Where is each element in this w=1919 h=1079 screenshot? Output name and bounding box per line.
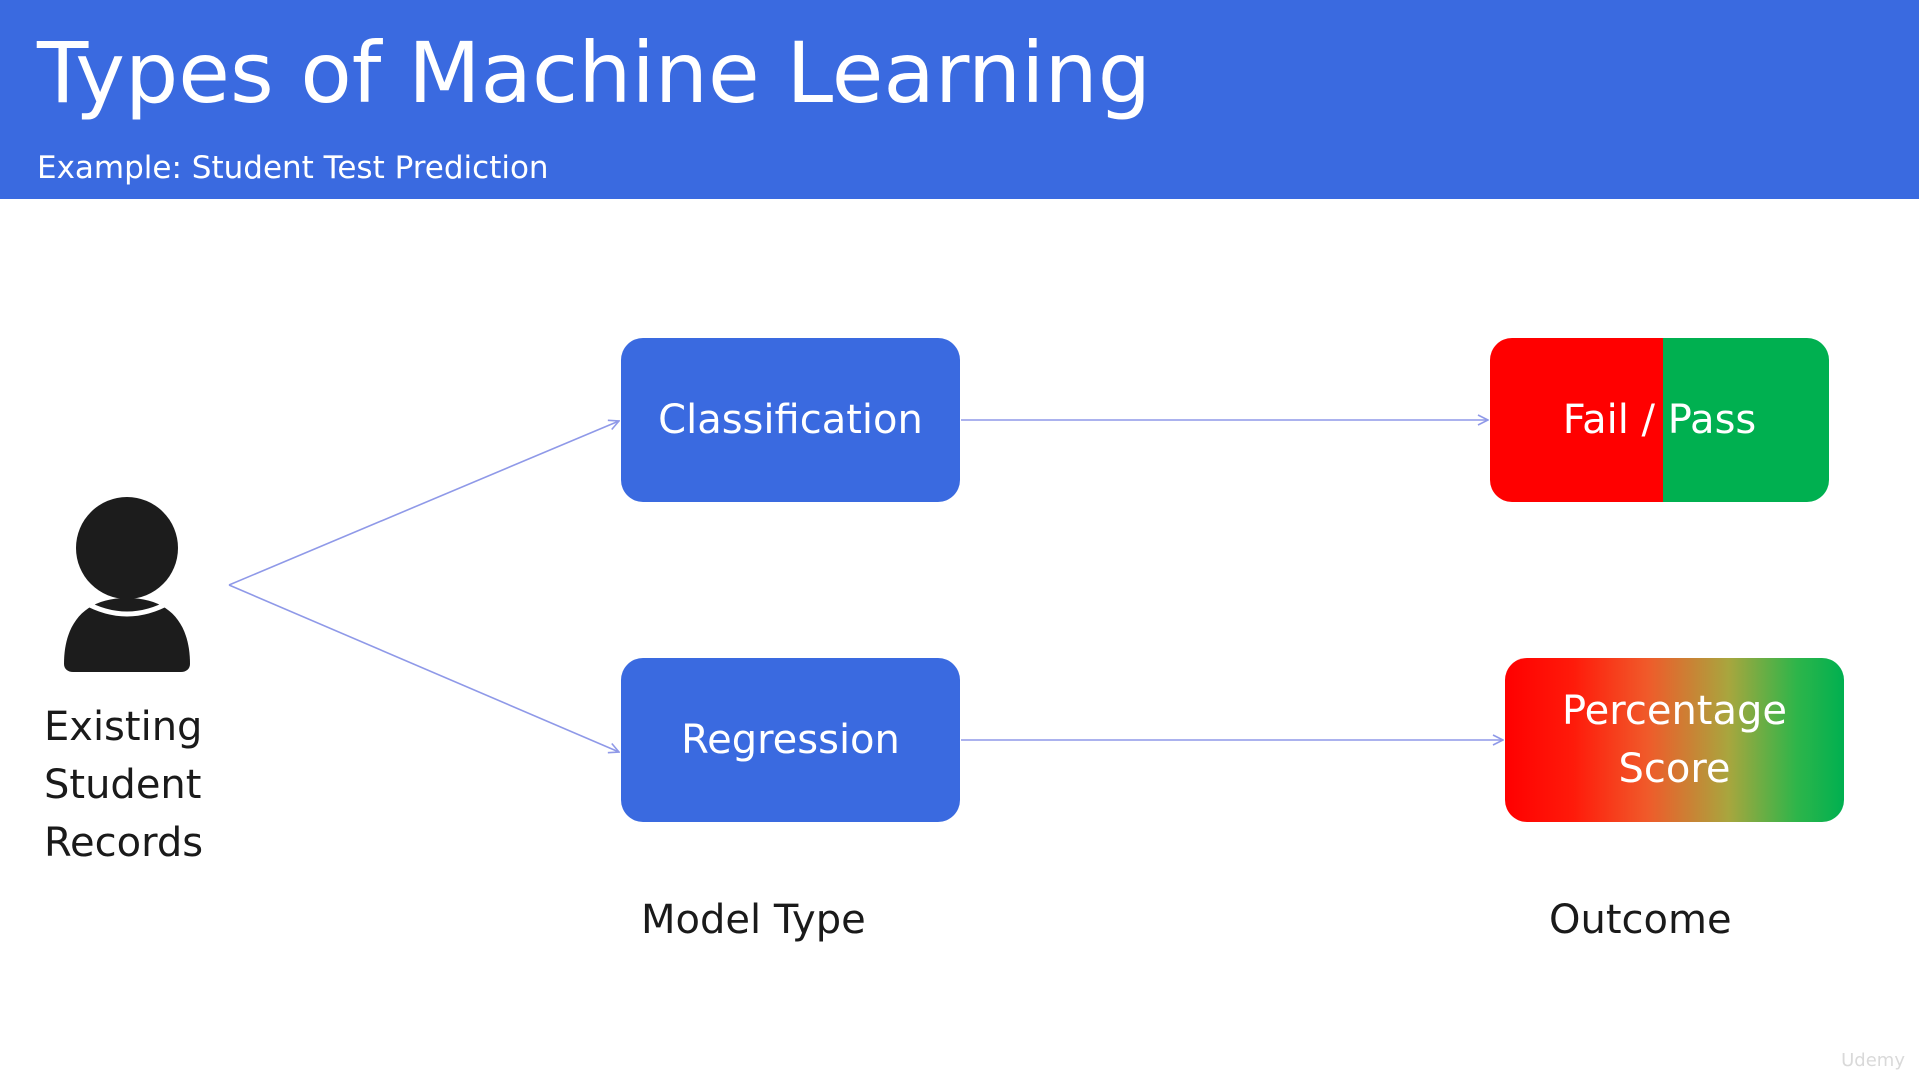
connector-input-to-regression [228, 584, 619, 752]
fail-label: Fail [1562, 397, 1629, 443]
regression-box: Regression [621, 658, 960, 822]
outcome-column-label: Outcome [1549, 897, 1732, 943]
pass-label: Pass [1667, 397, 1757, 443]
label-line: Existing [44, 704, 203, 750]
person-icon [64, 497, 190, 672]
model-type-column-label: Model Type [641, 897, 866, 943]
connector-input-to-classification [228, 421, 619, 586]
classification-box: Classification [621, 338, 960, 502]
existing-student-records-label: Existing Student Records [44, 698, 264, 872]
regression-label: Regression [681, 717, 900, 763]
udemy-watermark: Udemy [1841, 1050, 1905, 1071]
label-line: Records [44, 820, 204, 866]
label-line: Student [44, 762, 202, 808]
fail-pass-outcome-box: Fail / Pass [1490, 338, 1829, 502]
percentage-score-outcome-box: Percentage Score [1505, 658, 1844, 822]
slide: Types of Machine Learning Example: Stude… [0, 0, 1919, 1079]
fail-pass-separator: / [1628, 397, 1668, 443]
percentage-label: Percentage [1561, 688, 1788, 734]
classification-label: Classification [658, 397, 923, 443]
score-label: Score [1618, 746, 1731, 792]
